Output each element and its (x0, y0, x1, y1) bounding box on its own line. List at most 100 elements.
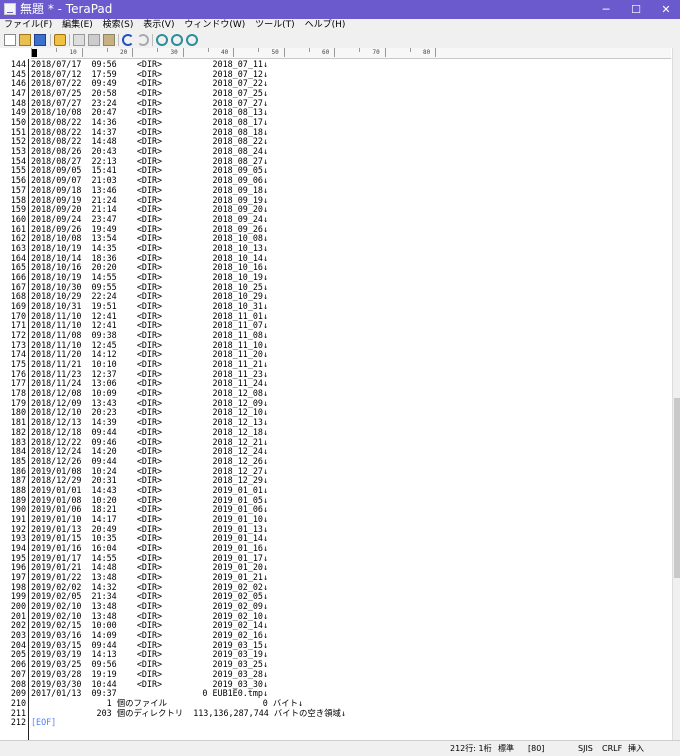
text-line[interactable]: 212 [EOF] (0, 717, 672, 727)
text-line[interactable]: 164 2018/10/14 18:36 <DIR> 2018_10_14↓ (0, 253, 672, 263)
menu-edit[interactable]: 編集(E) (62, 19, 93, 32)
text-line[interactable]: 176 2018/11/23 12:37 <DIR> 2018_11_23↓ (0, 369, 672, 379)
text-line[interactable]: 209 2017/01/13 09:37 0 EUB1E0.tmp↓ (0, 688, 672, 698)
find-prev-icon[interactable] (186, 34, 198, 46)
text-line[interactable]: 206 2019/03/25 09:56 <DIR> 2019_03_25↓ (0, 659, 672, 669)
menu-view[interactable]: 表示(V) (143, 19, 174, 32)
text-line[interactable]: 184 2018/12/24 14:20 <DIR> 2018_12_24↓ (0, 446, 672, 456)
text-line[interactable]: 155 2018/09/05 15:41 <DIR> 2018_09_05↓ (0, 165, 672, 175)
text-line[interactable]: 194 2019/01/16 16:04 <DIR> 2019_01_16↓ (0, 543, 672, 553)
text-line[interactable]: 152 2018/08/22 14:48 <DIR> 2018_08_22↓ (0, 136, 672, 146)
menu-window[interactable]: ウィンドウ(W) (184, 19, 245, 32)
text-line[interactable]: 146 2018/07/22 09:49 <DIR> 2018_07_22↓ (0, 78, 672, 88)
text-line[interactable]: 161 2018/09/26 19:49 <DIR> 2018_09_26↓ (0, 224, 672, 234)
redo-icon[interactable] (137, 34, 149, 46)
text-line[interactable]: 172 2018/11/08 09:38 <DIR> 2018_11_08↓ (0, 330, 672, 340)
scrollbar-thumb[interactable] (674, 398, 680, 578)
text-line[interactable]: 185 2018/12/26 09:44 <DIR> 2018_12_26↓ (0, 456, 672, 466)
text-line[interactable]: 193 2019/01/15 10:35 <DIR> 2019_01_14↓ (0, 533, 672, 543)
text-line[interactable]: 171 2018/11/10 12:41 <DIR> 2018_11_07↓ (0, 320, 672, 330)
text-line[interactable]: 204 2019/03/15 09:44 <DIR> 2019_03_15↓ (0, 640, 672, 650)
text-line[interactable]: 144 2018/07/17 09:56 <DIR> 2018_07_11↓ (0, 59, 672, 69)
status-position: 212行: 1桁 (450, 744, 492, 753)
text-line[interactable]: 168 2018/10/29 22:24 <DIR> 2018_10_29↓ (0, 291, 672, 301)
find-next-icon[interactable] (171, 34, 183, 46)
text-line[interactable]: 183 2018/12/22 09:46 <DIR> 2018_12_21↓ (0, 437, 672, 447)
vertical-scrollbar[interactable] (672, 48, 680, 740)
open-folder-icon[interactable] (19, 34, 31, 46)
text-line[interactable]: 160 2018/09/24 23:47 <DIR> 2018_09_24↓ (0, 214, 672, 224)
text-line[interactable]: 147 2018/07/25 20:58 <DIR> 2018_07_25↓ (0, 88, 672, 98)
copy-icon[interactable] (88, 34, 100, 46)
text-line[interactable]: 180 2018/12/10 20:23 <DIR> 2018_12_10↓ (0, 407, 672, 417)
text-line[interactable]: 145 2018/07/12 17:59 <DIR> 2018_07_12↓ (0, 69, 672, 79)
text-line[interactable]: 189 2019/01/08 10:20 <DIR> 2019_01_05↓ (0, 495, 672, 505)
text-line[interactable]: 149 2018/10/08 20:47 <DIR> 2018_08_13↓ (0, 107, 672, 117)
save-icon[interactable] (34, 34, 46, 46)
print-icon[interactable] (54, 34, 66, 46)
line-text: 2019/01/08 10:20 <DIR> 2019_01_05↓ (31, 494, 268, 505)
text-line[interactable]: 202 2019/02/15 10:00 <DIR> 2019_02_14↓ (0, 620, 672, 630)
text-line[interactable]: 203 2019/03/16 14:09 <DIR> 2019_02_16↓ (0, 630, 672, 640)
new-file-icon[interactable] (4, 34, 16, 46)
text-line[interactable]: 167 2018/10/30 09:55 <DIR> 2018_10_25↓ (0, 282, 672, 292)
menu-tools[interactable]: ツール(T) (255, 19, 295, 32)
text-line[interactable]: 166 2018/10/19 14:55 <DIR> 2018_10_19↓ (0, 272, 672, 282)
undo-icon[interactable] (122, 34, 134, 46)
text-line[interactable]: 198 2019/02/02 14:32 <DIR> 2019_02_02↓ (0, 582, 672, 592)
text-line[interactable]: 181 2018/12/13 14:39 <DIR> 2018_12_13↓ (0, 417, 672, 427)
text-line[interactable]: 148 2018/07/27 23:24 <DIR> 2018_07_27↓ (0, 98, 672, 108)
text-line[interactable]: 190 2019/01/06 18:21 <DIR> 2019_01_06↓ (0, 504, 672, 514)
text-line[interactable]: 191 2019/01/10 14:17 <DIR> 2019_01_10↓ (0, 514, 672, 524)
text-line[interactable]: 169 2018/10/31 19:51 <DIR> 2018_10_31↓ (0, 301, 672, 311)
text-line[interactable]: 163 2018/10/19 14:35 <DIR> 2018_10_13↓ (0, 243, 672, 253)
text-line[interactable]: 200 2019/02/10 13:48 <DIR> 2019_02_09↓ (0, 601, 672, 611)
text-line[interactable]: 188 2019/01/01 14:43 <DIR> 2019_01_01↓ (0, 485, 672, 495)
editor-area[interactable]: 10 20 30 40 50 60 70 80 144 2018/07/17 09:56 <DI… (0, 48, 680, 740)
menu-search[interactable]: 検索(S) (103, 19, 134, 32)
find-icon[interactable] (156, 34, 168, 46)
text-line[interactable]: 210 1 個のファイル 0 バイト↓ (0, 698, 672, 708)
text-line[interactable]: 205 2019/03/19 14:13 <DIR> 2019_03_19↓ (0, 649, 672, 659)
minimize-button[interactable]: ─ (592, 0, 620, 19)
text-line[interactable]: 195 2019/01/17 14:55 <DIR> 2019_01_17↓ (0, 553, 672, 563)
text-line[interactable]: 192 2019/01/13 20:49 <DIR> 2019_01_13↓ (0, 524, 672, 534)
text-line[interactable]: 165 2018/10/16 20:20 <DIR> 2018_10_16↓ (0, 262, 672, 272)
menu-help[interactable]: ヘルプ(H) (305, 19, 346, 32)
text-line[interactable]: 175 2018/11/21 10:10 <DIR> 2018_11_21↓ (0, 359, 672, 369)
text-line[interactable]: 207 2019/03/28 19:19 <DIR> 2019_03_28↓ (0, 669, 672, 679)
text-line[interactable]: 173 2018/11/10 12:45 <DIR> 2018_11_10↓ (0, 340, 672, 350)
maximize-button[interactable]: ☐ (622, 0, 650, 19)
line-text: 2018/10/08 13:54 <DIR> 2018_10_08↓ (31, 233, 268, 244)
ruler-tick (182, 48, 184, 57)
text-line[interactable]: 158 2018/09/19 21:24 <DIR> 2018_09_19↓ (0, 195, 672, 205)
text-line[interactable]: 182 2018/12/18 09:44 <DIR> 2018_12_18↓ (0, 427, 672, 437)
paste-icon[interactable] (103, 34, 115, 46)
text-line[interactable]: 208 2019/03/30 10:44 <DIR> 2019_03_30↓ (0, 679, 672, 689)
ruler-tick (81, 48, 83, 57)
text-line[interactable]: 162 2018/10/08 13:54 <DIR> 2018_10_08↓ (0, 233, 672, 243)
text-line[interactable]: 153 2018/08/26 20:43 <DIR> 2018_08_24↓ (0, 146, 672, 156)
text-line[interactable]: 201 2019/02/10 13:48 <DIR> 2019_02_10↓ (0, 611, 672, 621)
text-line[interactable]: 197 2019/01/22 13:48 <DIR> 2019_01_21↓ (0, 572, 672, 582)
text-line[interactable]: 150 2018/08/22 14:36 <DIR> 2018_08_17↓ (0, 117, 672, 127)
text-line[interactable]: 199 2019/02/05 21:34 <DIR> 2019_02_05↓ (0, 591, 672, 601)
text-line[interactable]: 211 203 個のディレクトリ 113,136,287,744 バイトの空き領… (0, 708, 672, 718)
close-button[interactable]: ✕ (652, 0, 680, 19)
text-line[interactable]: 156 2018/09/07 21:03 <DIR> 2018_09_06↓ (0, 175, 672, 185)
text-line[interactable]: 157 2018/09/18 13:46 <DIR> 2018_09_18↓ (0, 185, 672, 195)
text-line[interactable]: 178 2018/12/08 10:09 <DIR> 2018_12_08↓ (0, 388, 672, 398)
menu-file[interactable]: ファイル(F) (4, 19, 52, 32)
text-line[interactable]: 196 2019/01/21 14:48 <DIR> 2019_01_20↓ (0, 562, 672, 572)
text-line[interactable]: 170 2018/11/10 12:41 <DIR> 2018_11_01↓ (0, 311, 672, 321)
text-line[interactable]: 177 2018/11/24 13:06 <DIR> 2018_11_24↓ (0, 378, 672, 388)
text-line[interactable]: 159 2018/09/20 21:14 <DIR> 2018_09_20↓ (0, 204, 672, 214)
text-line[interactable]: 151 2018/08/22 14:37 <DIR> 2018_08_18↓ (0, 127, 672, 137)
ruler-tick (308, 48, 310, 52)
text-line[interactable]: 174 2018/11/20 14:12 <DIR> 2018_11_20↓ (0, 349, 672, 359)
text-line[interactable]: 154 2018/08/27 22:13 <DIR> 2018_08_27↓ (0, 156, 672, 166)
cut-icon[interactable] (73, 34, 85, 46)
text-line[interactable]: 179 2018/12/09 13:43 <DIR> 2018_12_09↓ (0, 398, 672, 408)
text-line[interactable]: 186 2019/01/08 10:24 <DIR> 2018_12_27↓ (0, 466, 672, 476)
text-line[interactable]: 187 2018/12/29 20:31 <DIR> 2018_12_29↓ (0, 475, 672, 485)
